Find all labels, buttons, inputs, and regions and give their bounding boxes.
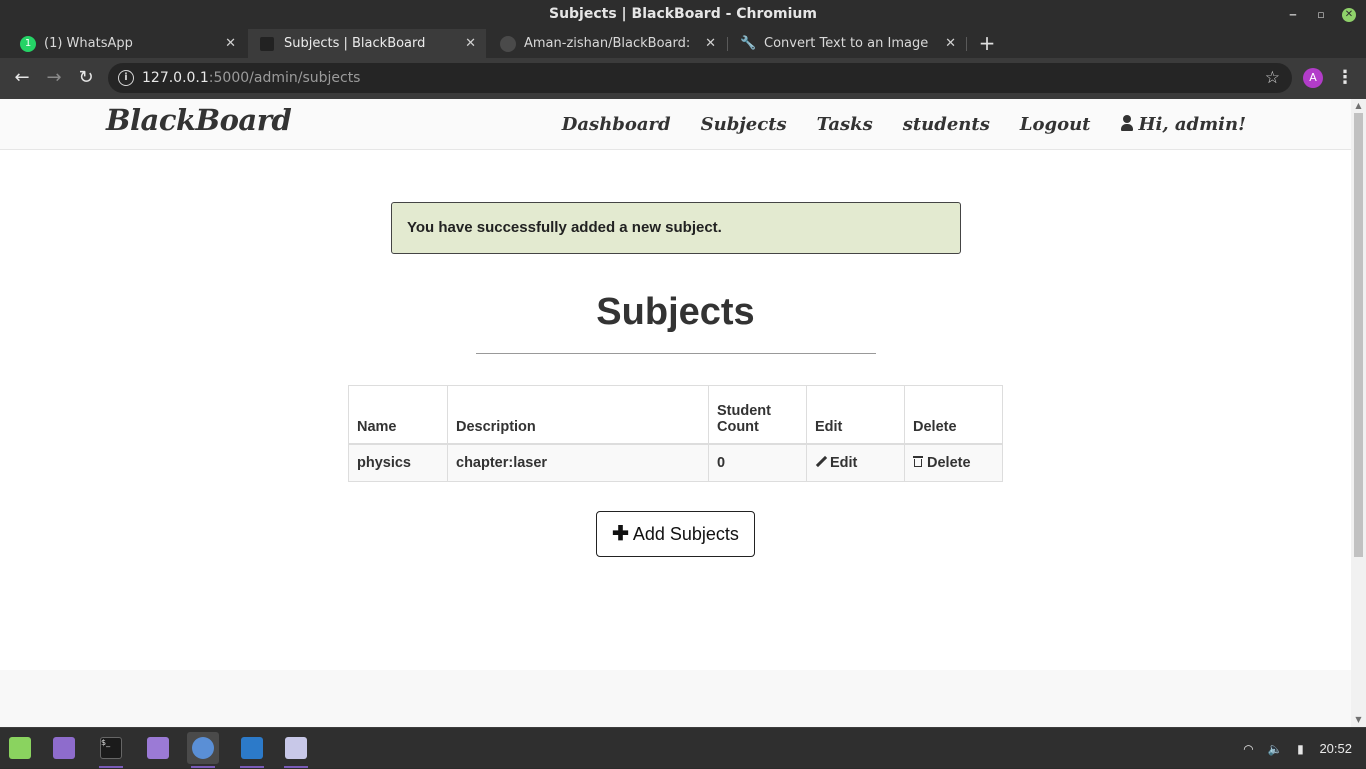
tab-strip: 1 (1) WhatsApp ✕ Subjects | BlackBoard ✕… — [0, 29, 1366, 58]
whatsapp-icon: 1 — [20, 36, 36, 52]
mint-menu-icon — [9, 737, 31, 759]
files-launcher[interactable] — [48, 732, 80, 764]
tab-title: (1) WhatsApp — [44, 36, 133, 51]
clock[interactable]: 20:52 — [1319, 741, 1352, 756]
subjects-table: Name Description Student Count Edit Dele… — [348, 385, 1003, 482]
site-info-icon[interactable]: i — [118, 70, 134, 86]
taskbar: $_ ◠ 🔈 ▮ 20:52 — [0, 727, 1366, 768]
folder-icon — [147, 737, 169, 759]
add-subjects-button[interactable]: ✚ Add Subjects — [596, 511, 755, 557]
delete-label: Delete — [927, 454, 971, 471]
nav-links: Dashboard Subjects Tasks students Logout… — [562, 99, 1246, 150]
table-header-row: Name Description Student Count Edit Dele… — [348, 385, 1003, 445]
battery-icon[interactable]: ▮ — [1293, 742, 1307, 756]
header-name: Name — [348, 385, 448, 445]
tab-separator — [966, 37, 967, 51]
reload-icon[interactable]: ↻ — [75, 67, 97, 89]
wifi-icon[interactable]: ◠ — [1241, 742, 1255, 756]
cell-description: chapter:laser — [447, 443, 709, 482]
nav-students[interactable]: students — [903, 114, 990, 135]
header-edit: Edit — [806, 385, 905, 445]
window-controls: ‒ ▫ ✕ — [1286, 0, 1356, 29]
nav-tasks[interactable]: Tasks — [817, 114, 873, 135]
tab-blackboard[interactable]: Subjects | BlackBoard ✕ — [248, 29, 486, 58]
terminal-launcher[interactable]: $_ — [95, 732, 127, 768]
browser-menu-icon[interactable]: ⋮ — [1336, 67, 1354, 89]
close-window-icon[interactable]: ✕ — [1342, 7, 1356, 22]
page-viewport: BlackBoard Dashboard Subjects Tasks stud… — [0, 99, 1351, 727]
close-tab-icon[interactable]: ✕ — [945, 29, 956, 58]
text-editor-launcher[interactable] — [280, 732, 312, 768]
vscode-launcher[interactable] — [236, 732, 268, 768]
cell-delete: Delete — [904, 443, 1003, 482]
close-tab-icon[interactable]: ✕ — [705, 29, 716, 58]
window-title: Subjects | BlackBoard - Chromium — [548, 6, 817, 22]
site-navbar: BlackBoard Dashboard Subjects Tasks stud… — [0, 99, 1351, 150]
user-greeting: Hi, admin! — [1138, 114, 1247, 135]
profile-avatar[interactable]: A — [1303, 68, 1323, 88]
success-alert: You have successfully added a new subjec… — [391, 202, 961, 254]
minimize-icon[interactable]: ‒ — [1286, 8, 1300, 22]
nav-subjects[interactable]: Subjects — [701, 114, 787, 135]
plus-icon: ✚ — [612, 523, 629, 545]
back-icon[interactable]: ← — [11, 67, 33, 89]
forward-icon[interactable]: → — [43, 67, 65, 89]
url-text[interactable]: 127.0.0.1:5000/admin/subjects — [142, 63, 360, 93]
chromium-launcher[interactable] — [187, 732, 219, 768]
page-title: Subjects — [596, 291, 755, 333]
blackboard-favicon — [260, 37, 274, 51]
folder-launcher[interactable] — [142, 732, 174, 764]
brand-logo[interactable]: BlackBoard — [106, 103, 292, 137]
edit-label: Edit — [830, 454, 858, 471]
system-tray: ◠ 🔈 ▮ 20:52 — [1241, 728, 1366, 769]
scroll-down-icon[interactable]: ▼ — [1354, 715, 1363, 725]
page-footer — [0, 670, 1351, 727]
tab-whatsapp[interactable]: 1 (1) WhatsApp ✕ — [8, 29, 246, 58]
github-icon — [500, 36, 516, 52]
delete-link[interactable]: Delete — [913, 455, 971, 471]
trash-icon — [913, 455, 923, 468]
tab-title: Subjects | BlackBoard — [284, 36, 426, 51]
edit-link[interactable]: Edit — [815, 455, 857, 471]
nav-dashboard[interactable]: Dashboard — [562, 114, 671, 135]
new-tab-button[interactable]: + — [976, 29, 998, 58]
close-tab-icon[interactable]: ✕ — [465, 29, 476, 58]
header-student-count: Student Count — [708, 385, 807, 445]
address-bar[interactable]: i 127.0.0.1:5000/admin/subjects ☆ — [108, 63, 1292, 93]
terminal-icon: $_ — [100, 737, 122, 759]
files-icon — [53, 737, 75, 759]
add-subjects-label: Add Subjects — [632, 524, 739, 544]
cell-edit: Edit — [806, 443, 905, 482]
scrollbar-thumb[interactable] — [1354, 113, 1363, 557]
user-icon — [1120, 115, 1133, 131]
header-description: Description — [447, 385, 709, 445]
title-divider — [476, 353, 876, 354]
tab-title: Aman-zishan/BlackBoard: class — [524, 36, 690, 51]
scroll-up-icon[interactable]: ▲ — [1354, 101, 1363, 111]
tab-title: Convert Text to an Image - Onli — [764, 36, 930, 51]
mint-menu-button[interactable] — [4, 732, 36, 764]
nav-logout[interactable]: Logout — [1020, 114, 1091, 135]
restore-icon[interactable]: ▫ — [1314, 8, 1328, 22]
browser-toolbar: ← → ↻ i 127.0.0.1:5000/admin/subjects ☆ … — [0, 58, 1366, 99]
url-path: :5000/admin/subjects — [208, 70, 361, 86]
header-delete: Delete — [904, 385, 1003, 445]
pencil-icon — [815, 456, 827, 468]
chromium-icon — [192, 737, 214, 759]
bookmark-star-icon[interactable]: ☆ — [1265, 63, 1280, 93]
tab-github[interactable]: Aman-zishan/BlackBoard: class ✕ — [488, 29, 726, 58]
table-row: physics chapter:laser 0 Edit Delete — [348, 443, 1003, 482]
window-title-bar: Subjects | BlackBoard - Chromium ‒ ▫ ✕ — [0, 0, 1366, 29]
cell-student-count: 0 — [708, 443, 807, 482]
vscode-icon — [241, 737, 263, 759]
volume-icon[interactable]: 🔈 — [1267, 742, 1282, 756]
text-editor-icon — [285, 737, 307, 759]
page-scrollbar[interactable]: ▲ ▼ — [1351, 99, 1366, 727]
nav-user[interactable]: Hi, admin! — [1120, 114, 1247, 135]
wrench-icon: 🔧 — [740, 36, 757, 51]
tab-convert-text[interactable]: 🔧 Convert Text to an Image - Onli ✕ — [728, 29, 966, 58]
cell-name: physics — [348, 443, 448, 482]
url-host: 127.0.0.1 — [142, 70, 209, 86]
close-tab-icon[interactable]: ✕ — [225, 29, 236, 58]
